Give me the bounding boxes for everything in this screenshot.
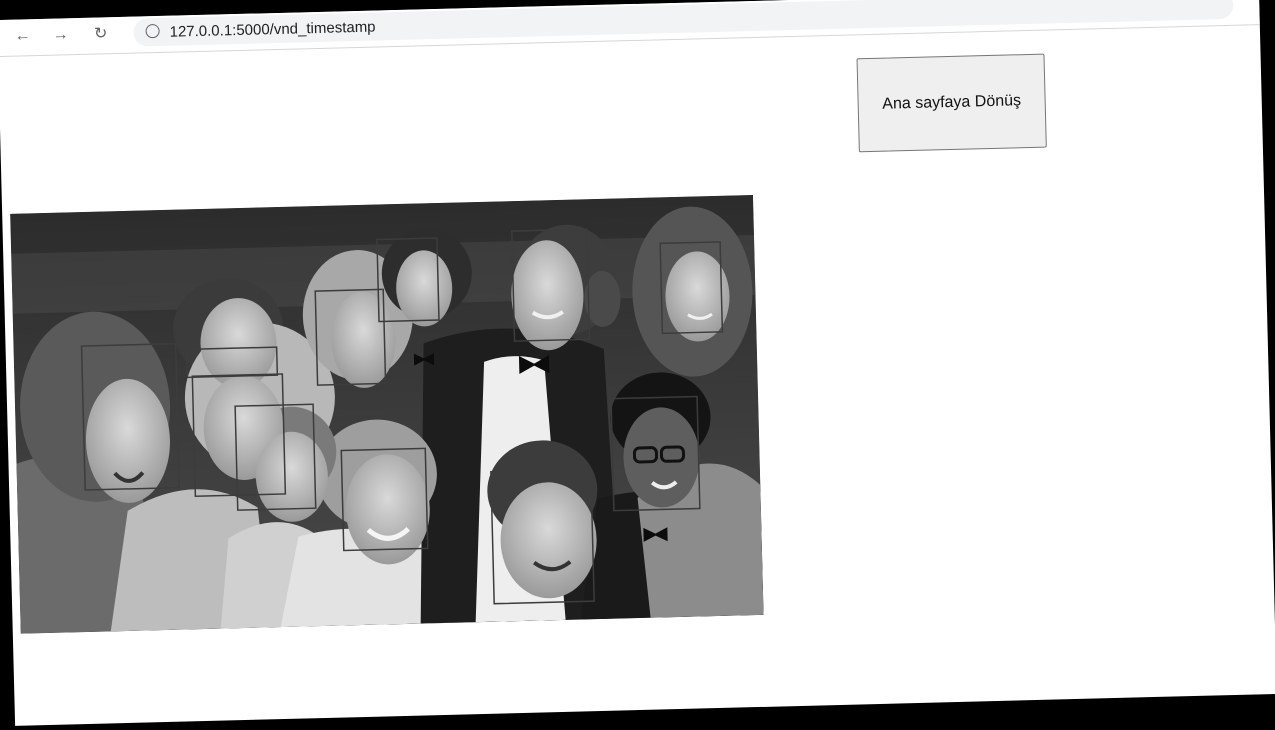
site-info-icon[interactable] [145, 23, 160, 39]
group-selfie-photo [10, 195, 764, 634]
photo-canvas [10, 195, 764, 634]
home-page-button[interactable]: Ana sayfaya Dönüş [856, 53, 1047, 153]
reload-icon[interactable]: ↻ [89, 23, 112, 46]
browser-window: ← → ↻ 127.0.0.1:5000/vnd_timestamp Ana s… [0, 0, 1275, 726]
browser-toolbar: ← → ↻ 127.0.0.1:5000/vnd_timestamp [0, 0, 1260, 58]
back-arrow-icon[interactable]: ← [11, 25, 34, 48]
address-bar-url[interactable]: 127.0.0.1:5000/vnd_timestamp [169, 19, 375, 41]
screen: ← → ↻ 127.0.0.1:5000/vnd_timestamp Ana s… [0, 0, 1275, 730]
address-bar[interactable]: 127.0.0.1:5000/vnd_timestamp [133, 0, 1234, 47]
forward-arrow-icon[interactable]: → [49, 24, 72, 47]
